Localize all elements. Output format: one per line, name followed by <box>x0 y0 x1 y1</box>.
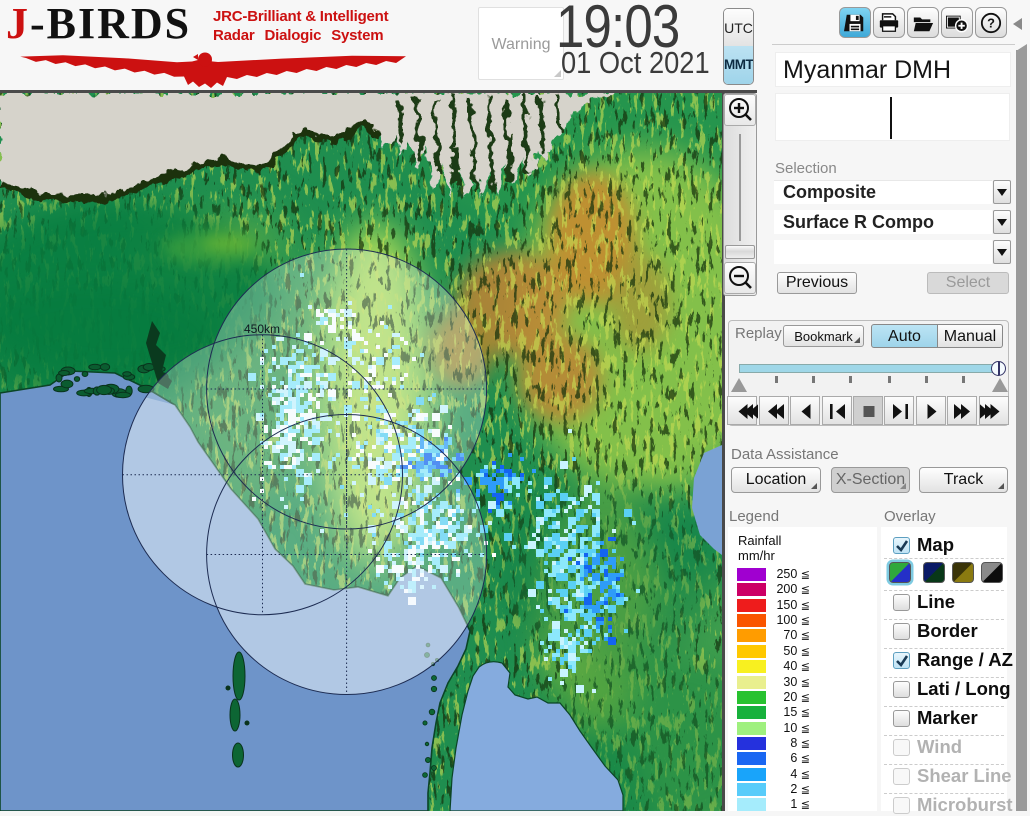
svg-text:?: ? <box>987 15 995 30</box>
svg-text:450km: 450km <box>244 322 280 336</box>
